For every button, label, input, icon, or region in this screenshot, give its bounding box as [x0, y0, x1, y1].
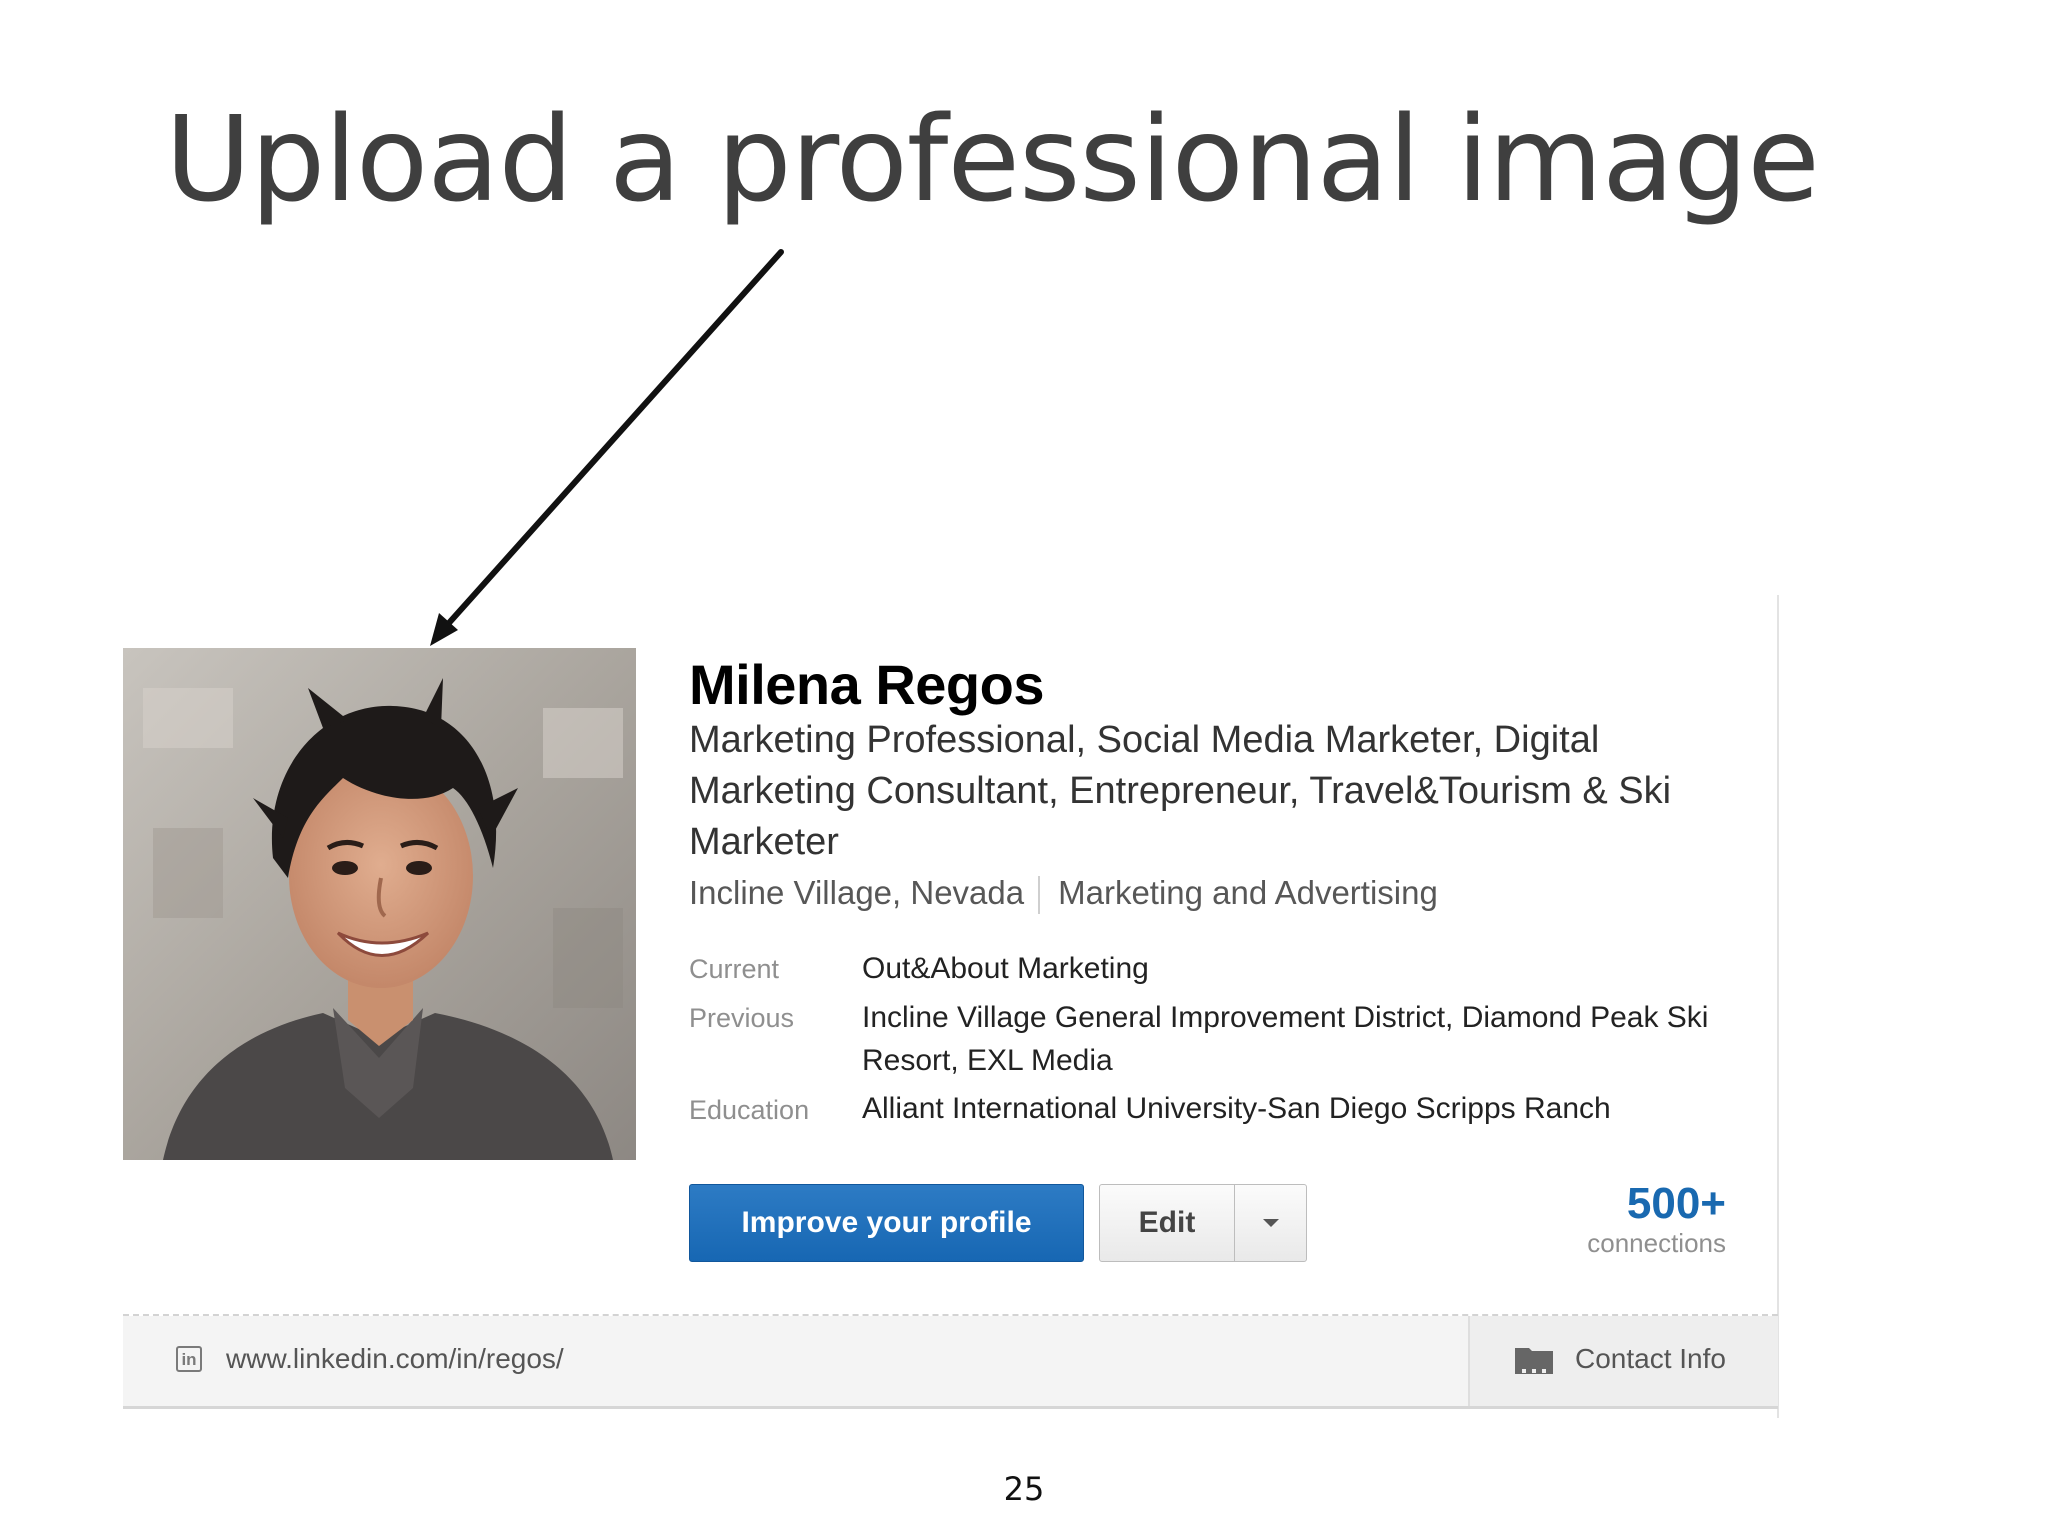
- current-value[interactable]: Out&About Marketing: [862, 947, 1149, 990]
- profile-photo[interactable]: [123, 648, 636, 1160]
- edit-button[interactable]: Edit: [1100, 1185, 1234, 1261]
- previous-label: Previous: [689, 1003, 795, 1033]
- edit-dropdown-button[interactable]: [1235, 1185, 1306, 1261]
- contact-info-label[interactable]: Contact Info: [1575, 1343, 1726, 1375]
- caret-down-icon: [1262, 1219, 1279, 1227]
- page-number: 25: [1003, 1470, 1045, 1508]
- previous-value[interactable]: Incline Village General Improvement Dist…: [862, 996, 1742, 1082]
- profile-headline: Marketing Professional, Social Media Mar…: [689, 719, 1672, 863]
- edit-button-group[interactable]: Edit: [1099, 1184, 1307, 1262]
- improve-profile-button[interactable]: Improve your profile: [689, 1184, 1084, 1262]
- contact-divider: [1468, 1316, 1470, 1406]
- profile-meta: Incline Village, Nevada Marketing and Adv…: [689, 874, 1438, 915]
- profile-portrait-image: [123, 648, 636, 1160]
- profile-name: Milena Regos: [689, 653, 1044, 716]
- card-right-border: [1777, 595, 1779, 1418]
- connections-count[interactable]: 500+: [1627, 1179, 1726, 1229]
- education-value[interactable]: Alliant International University-San Die…: [862, 1087, 1611, 1130]
- profile-url-link[interactable]: www.linkedin.com/in/regos/: [226, 1343, 564, 1375]
- slide-title: Upload a professional image: [165, 90, 1820, 228]
- meta-divider: [1038, 876, 1041, 915]
- address-book-icon: [1515, 1348, 1553, 1374]
- education-label: Education: [689, 1095, 810, 1125]
- profile-industry-link[interactable]: Marketing and Advertising: [1058, 874, 1438, 911]
- linkedin-icon: in: [176, 1346, 202, 1372]
- current-label: Current: [689, 954, 780, 984]
- connections-label: connections: [1587, 1228, 1726, 1258]
- profile-location-link[interactable]: Incline Village, Nevada: [689, 874, 1024, 911]
